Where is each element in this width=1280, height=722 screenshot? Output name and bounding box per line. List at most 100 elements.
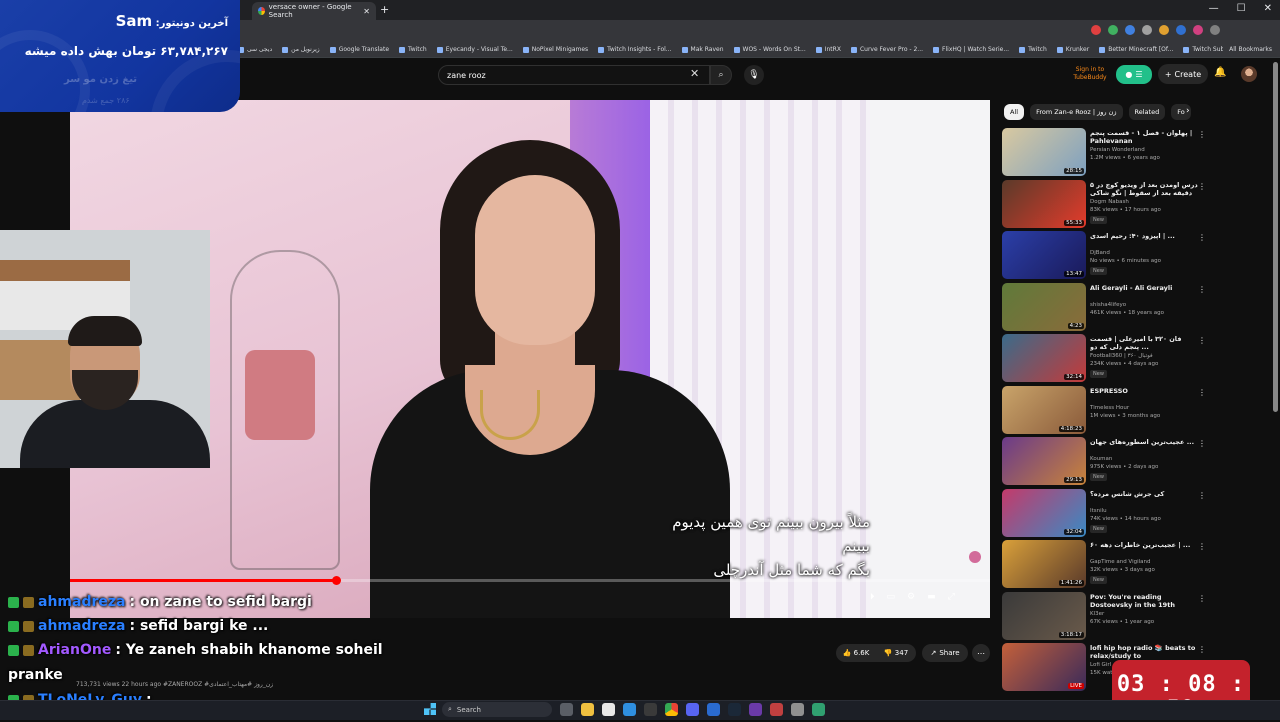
dislike-button[interactable]: 👎 347 (876, 649, 916, 657)
recommended-video[interactable]: 1:41:26 عجیب‌ترین خاطرات دهه ۶۰ | ... GapT… (1002, 540, 1208, 590)
page-scrollbar[interactable] (1273, 62, 1278, 412)
voice-search-button[interactable]: 🎙 (744, 65, 764, 85)
tubebuddy-signin[interactable]: Sign in to TubeBuddy (1068, 66, 1112, 82)
extension-icon[interactable] (1142, 25, 1152, 35)
bookmark-item[interactable]: Krunker (1056, 46, 1089, 53)
more-options-icon[interactable]: ⋮ (1198, 542, 1206, 551)
like-dislike-group[interactable]: 👍 6.6K 👎 347 (836, 644, 916, 662)
extension-icon[interactable] (1108, 25, 1118, 35)
bookmark-item[interactable]: Better Minecraft [Of... (1099, 46, 1173, 53)
more-options-icon[interactable]: ⋮ (1198, 285, 1206, 294)
app-icon[interactable] (791, 703, 804, 716)
video-thumbnail[interactable]: 4:18:23 (1002, 385, 1086, 434)
bookmark-item[interactable]: NoPixel Minigames (522, 46, 588, 53)
video-thumbnail[interactable]: 55:33 (1002, 179, 1086, 228)
video-thumbnail[interactable]: 32:04 (1002, 488, 1086, 537)
channel-name[interactable]: shisha4lifeyo (1090, 302, 1126, 308)
bookmark-item[interactable]: Eyecandy - Visual Te... (436, 46, 513, 53)
close-tab-icon[interactable]: ✕ (363, 7, 370, 16)
more-options-icon[interactable]: ⋮ (1198, 388, 1206, 397)
more-options-icon[interactable]: ⋮ (1198, 336, 1206, 345)
new-tab-button[interactable]: + (380, 3, 389, 16)
channel-name[interactable]: Kouman (1090, 456, 1112, 462)
discord-icon[interactable] (686, 703, 699, 716)
file-explorer-icon[interactable] (581, 703, 594, 716)
extension-icon[interactable] (1125, 25, 1135, 35)
video-thumbnail[interactable]: 1:41:26 (1002, 540, 1086, 588)
recommended-video[interactable]: 29:13 عجیب‌ترین اسطوره‌های جهان ... Kouman… (1002, 437, 1208, 487)
clear-search-icon[interactable]: ✕ (690, 67, 699, 80)
share-button[interactable]: ↗ Share (922, 644, 968, 662)
browser-tab-active[interactable]: versace owner - Google Search ✕ (252, 2, 376, 20)
settings-gear-icon[interactable]: ⚙ (907, 592, 915, 602)
more-options-icon[interactable]: ⋮ (1198, 491, 1206, 500)
app-icon[interactable] (812, 703, 825, 716)
video-thumbnail[interactable]: 13:47 (1002, 231, 1086, 279)
task-view-icon[interactable] (560, 703, 573, 716)
app-icon[interactable] (749, 703, 762, 716)
more-actions-button[interactable]: ⋯ (972, 644, 990, 662)
bookmark-item[interactable]: IntRX (815, 46, 841, 53)
channel-name[interactable]: Kl3er (1090, 611, 1104, 617)
bookmark-item[interactable]: Twitch (1019, 46, 1047, 53)
video-thumbnail[interactable]: 32:14 (1002, 334, 1086, 382)
fullscreen-icon[interactable]: ⤢ (948, 592, 955, 602)
app-icon[interactable] (707, 703, 720, 716)
recommended-video[interactable]: 4:23 Ali Gerayli - Ali Gerayli shisha4life… (1002, 282, 1208, 333)
channel-watermark-icon[interactable] (969, 551, 981, 563)
bookmark-item[interactable]: دیجی سی (238, 46, 272, 53)
channel-name[interactable]: Lofi Girl (1090, 662, 1111, 668)
more-options-icon[interactable]: ⋮ (1198, 439, 1206, 448)
video-thumbnail[interactable]: 4:23 (1002, 282, 1086, 331)
channel-name[interactable]: Football360 | فوتبال ۳۶۰ (1090, 353, 1153, 359)
maximize-icon[interactable]: ☐ (1237, 3, 1246, 14)
create-button[interactable]: + Create (1158, 64, 1208, 84)
extension-icon[interactable] (1159, 25, 1169, 35)
recommended-video[interactable]: 28:15 پهلوان - فصل ۱ - قسمت پنجم | Pahlev… (1002, 128, 1208, 178)
channel-name[interactable]: GapTime and Vigiland (1090, 559, 1151, 565)
bookmark-item[interactable]: Google Translate (329, 46, 389, 53)
notepad-icon[interactable] (602, 703, 615, 716)
search-input[interactable]: zane rooz (438, 65, 710, 85)
recommended-video[interactable]: 55:33 درس اومدن بعد از ویدیو کوچ در ۵ دقی… (1002, 179, 1208, 230)
extension-icon[interactable] (1193, 25, 1203, 35)
account-avatar[interactable] (1241, 66, 1257, 82)
notifications-bell-icon[interactable]: 🔔 (1214, 67, 1226, 78)
chevron-right-icon[interactable]: › (1186, 106, 1190, 116)
channel-name[interactable]: Dogm Nabash (1090, 199, 1129, 205)
chrome-icon[interactable] (665, 703, 678, 716)
bookmark-item[interactable]: Twitch (399, 46, 427, 53)
video-thumbnail[interactable]: LIVE (1002, 643, 1086, 691)
more-options-icon[interactable]: ⋮ (1198, 130, 1206, 139)
more-options-icon[interactable]: ⋮ (1198, 233, 1206, 242)
tubebuddy-button[interactable]: ● ☰ (1116, 65, 1152, 84)
filter-chip[interactable]: Related (1128, 104, 1166, 120)
channel-name[interactable]: Persian Wonderland (1090, 147, 1145, 153)
recommended-video[interactable]: 32:14 فان ۳۲۰ با امیرعلی | قسمت پنجم دلی … (1002, 334, 1208, 384)
search-button[interactable]: ⌕ (710, 65, 732, 85)
recommended-video[interactable]: 4:18:23 ESPRESSO Timeless Hour 1M views • 3… (1002, 385, 1208, 436)
app-icon[interactable] (644, 703, 657, 716)
extension-icon[interactable] (1091, 25, 1101, 35)
more-options-icon[interactable]: ⋮ (1198, 645, 1206, 654)
close-window-icon[interactable]: ✕ (1264, 3, 1272, 14)
theater-mode-icon[interactable]: ▬ (927, 592, 936, 602)
all-bookmarks-folder[interactable]: All Bookmarks (1223, 46, 1272, 53)
channel-name[interactable]: Timeless Hour (1090, 405, 1129, 411)
more-options-icon[interactable]: ⋮ (1198, 182, 1206, 191)
filter-chip[interactable]: All (1004, 104, 1025, 120)
recommended-video[interactable]: 32:04 کی جرش شانس مرده؟ Itsnilu 74K views •… (1002, 488, 1208, 539)
steam-icon[interactable] (728, 703, 741, 716)
edge-icon[interactable] (623, 703, 636, 716)
bookmark-item[interactable]: Curve Fever Pro - 2... (850, 46, 923, 53)
video-thumbnail[interactable]: 28:15 (1002, 128, 1086, 176)
channel-name[interactable]: Itsnilu (1090, 508, 1107, 514)
extension-icon[interactable] (1210, 25, 1220, 35)
autoplay-toggle-icon[interactable]: ⏵ (870, 592, 875, 602)
video-scrubber-handle[interactable] (331, 576, 341, 585)
recommended-video[interactable]: 13:47 اپیزود ۴۰: رحیم اسدی | ... DjBand No … (1002, 231, 1208, 281)
captions-icon[interactable]: ▭ (887, 592, 896, 602)
bookmark-item[interactable]: FlixHQ | Watch Serie... (933, 46, 1009, 53)
video-thumbnail[interactable]: 29:13 (1002, 437, 1086, 485)
video-thumbnail[interactable]: 3:18:17 (1002, 591, 1086, 640)
